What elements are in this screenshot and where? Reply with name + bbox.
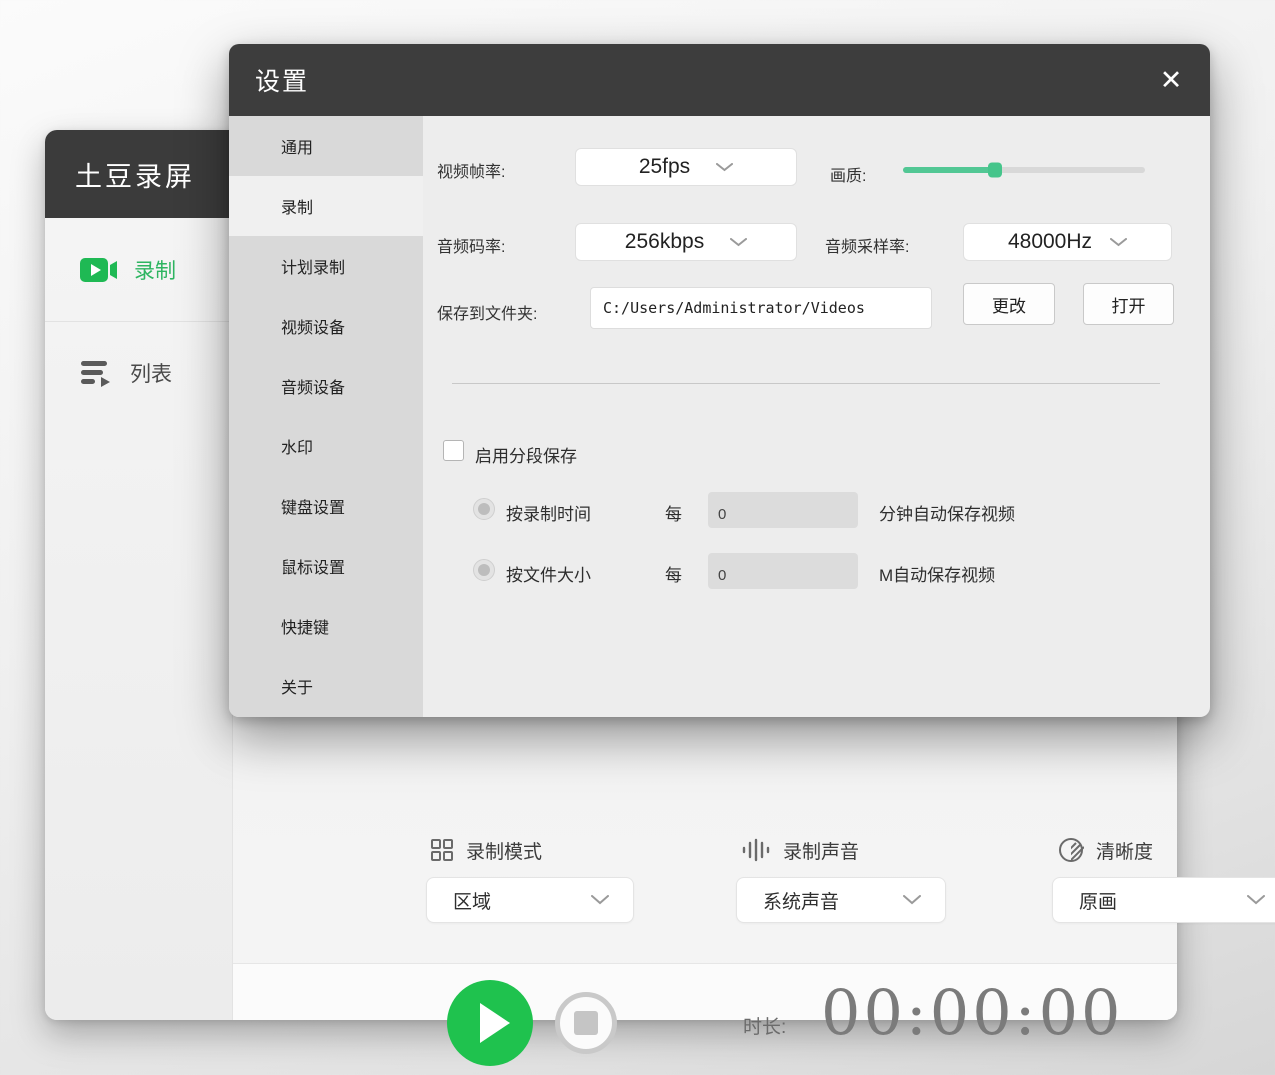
play-icon bbox=[480, 1003, 510, 1043]
settings-title: 设置 bbox=[255, 62, 309, 98]
tab-about[interactable]: 关于 bbox=[229, 656, 423, 716]
by-time-label: 按录制时间 bbox=[506, 500, 591, 525]
tab-video-device[interactable]: 视频设备 bbox=[229, 296, 423, 356]
quality-slider-handle[interactable] bbox=[988, 163, 1002, 178]
tab-record[interactable]: 录制 bbox=[229, 176, 423, 236]
segment-save-checkbox[interactable] bbox=[443, 440, 464, 461]
by-size-mb-input[interactable] bbox=[708, 553, 858, 589]
quality-slider-fill bbox=[903, 167, 995, 173]
by-size-suffix-label: M自动保存视频 bbox=[879, 561, 995, 586]
frame-rate-value: 25fps bbox=[639, 155, 690, 179]
audio-bitrate-label: 音频码率: bbox=[437, 233, 505, 257]
change-folder-button[interactable]: 更改 bbox=[963, 283, 1055, 325]
app-title: 土豆录屏 bbox=[75, 155, 195, 194]
record-mode-dropdown[interactable]: 区域 bbox=[426, 877, 634, 923]
by-size-label: 按文件大小 bbox=[506, 561, 591, 586]
equalizer-icon bbox=[741, 838, 771, 862]
sidebar-item-list[interactable]: 列表 bbox=[45, 321, 232, 424]
by-time-every-label: 每 bbox=[665, 500, 682, 525]
quality-slider[interactable] bbox=[903, 167, 1145, 173]
stop-record-button[interactable] bbox=[555, 992, 617, 1054]
record-sound-value: 系统声音 bbox=[763, 887, 839, 914]
audio-bitrate-select[interactable]: 256kbps bbox=[575, 223, 797, 261]
frame-rate-label: 视频帧率: bbox=[437, 158, 505, 182]
record-sound-dropdown[interactable]: 系统声音 bbox=[736, 877, 946, 923]
quality-label: 画质: bbox=[830, 162, 866, 186]
by-time-suffix-label: 分钟自动保存视频 bbox=[879, 500, 1015, 525]
clarity-label: 清晰度 bbox=[1096, 837, 1153, 864]
chevron-down-icon bbox=[716, 163, 733, 172]
by-time-minutes-input[interactable] bbox=[708, 492, 858, 528]
duration-label: 时长: bbox=[743, 1012, 786, 1039]
tab-watermark[interactable]: 水印 bbox=[229, 416, 423, 476]
segment-save-label: 启用分段保存 bbox=[475, 442, 577, 467]
settings-tabs: 通用 录制 计划录制 视频设备 音频设备 水印 键盘设置 鼠标设置 快捷键 关于 bbox=[229, 116, 423, 717]
chevron-down-icon bbox=[903, 895, 921, 905]
tab-mouse[interactable]: 鼠标设置 bbox=[229, 536, 423, 596]
clarity-header: 清晰度 bbox=[1058, 836, 1153, 864]
video-camera-icon bbox=[79, 256, 119, 284]
settings-titlebar: 设置 bbox=[229, 44, 1210, 116]
start-record-button[interactable] bbox=[447, 980, 533, 1066]
duration-value: 00:00:00 bbox=[821, 976, 1123, 1049]
clarity-value: 原画 bbox=[1079, 887, 1117, 914]
grid-icon bbox=[430, 838, 454, 862]
sidebar-item-record[interactable]: 录制 bbox=[45, 218, 232, 321]
audio-bitrate-value: 256kbps bbox=[625, 230, 704, 254]
list-icon bbox=[79, 358, 115, 388]
sidebar-item-label: 列表 bbox=[130, 358, 172, 388]
sample-rate-label: 音频采样率: bbox=[825, 233, 909, 257]
chevron-down-icon bbox=[1110, 238, 1127, 247]
tab-audio-device[interactable]: 音频设备 bbox=[229, 356, 423, 416]
save-folder-label: 保存到文件夹: bbox=[437, 300, 537, 324]
close-icon[interactable]: ✕ bbox=[1154, 64, 1188, 98]
tab-scheduled-record[interactable]: 计划录制 bbox=[229, 236, 423, 296]
chevron-down-icon bbox=[1247, 895, 1265, 905]
chevron-down-icon bbox=[591, 895, 609, 905]
chevron-down-icon bbox=[730, 238, 747, 247]
frame-rate-select[interactable]: 25fps bbox=[575, 148, 797, 186]
record-sound-label: 录制声音 bbox=[783, 837, 859, 864]
section-divider bbox=[452, 383, 1160, 384]
tab-general[interactable]: 通用 bbox=[229, 116, 423, 176]
record-sound-header: 录制声音 bbox=[741, 836, 859, 864]
by-size-radio[interactable] bbox=[473, 559, 495, 581]
by-time-radio[interactable] bbox=[473, 498, 495, 520]
sidebar-item-label: 录制 bbox=[134, 255, 176, 285]
save-folder-input[interactable] bbox=[590, 287, 932, 329]
record-mode-header: 录制模式 bbox=[430, 836, 542, 864]
settings-dialog: 设置 ✕ 通用 录制 计划录制 视频设备 音频设备 水印 键盘设置 鼠标设置 快… bbox=[229, 44, 1210, 717]
open-folder-button[interactable]: 打开 bbox=[1083, 283, 1174, 325]
sample-rate-value: 48000Hz bbox=[1008, 230, 1092, 254]
clarity-dropdown[interactable]: 原画 bbox=[1052, 877, 1275, 923]
stop-icon bbox=[574, 1011, 598, 1035]
contrast-icon bbox=[1058, 837, 1084, 863]
record-mode-value: 区域 bbox=[453, 887, 491, 914]
by-size-every-label: 每 bbox=[665, 561, 682, 586]
main-sidebar: 录制 列表 bbox=[45, 218, 233, 1020]
tab-keyboard[interactable]: 键盘设置 bbox=[229, 476, 423, 536]
sample-rate-select[interactable]: 48000Hz bbox=[963, 223, 1172, 261]
tab-hotkeys[interactable]: 快捷键 bbox=[229, 596, 423, 656]
record-mode-label: 录制模式 bbox=[466, 837, 542, 864]
